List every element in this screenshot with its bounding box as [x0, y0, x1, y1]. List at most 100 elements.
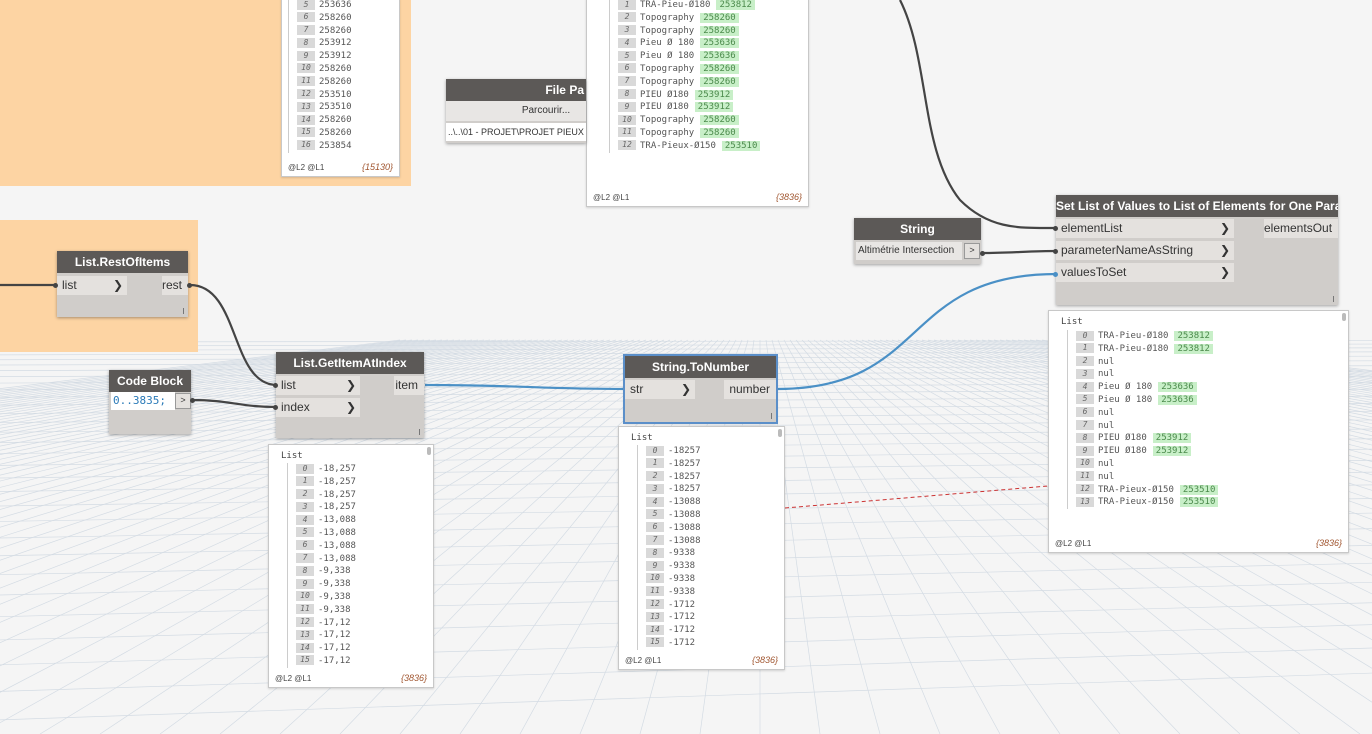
resize-handle-icon[interactable]: [1333, 296, 1334, 302]
string-node[interactable]: String Altimétrie Intersection >: [854, 218, 981, 264]
list-get-item-at-index-node[interactable]: List.GetItemAtIndex list ❯ index ❯ item: [276, 352, 424, 438]
list-item: 3 nul: [1076, 368, 1218, 381]
list-value: TRA-Pieu-Ø180: [640, 0, 711, 10]
list-value: PIEU Ø180: [1098, 446, 1147, 457]
element-id-tag[interactable]: 253510: [721, 140, 761, 151]
output-port-number[interactable]: number: [724, 380, 776, 399]
element-id-tag[interactable]: 253636: [700, 38, 739, 49]
input-port-list[interactable]: list ❯: [57, 276, 127, 295]
resize-handle-icon[interactable]: [771, 413, 772, 419]
string-value-field[interactable]: Altimétrie Intersection: [856, 242, 962, 260]
output-port-item[interactable]: item: [394, 376, 424, 395]
preview-top-left[interactable]: 5 253636 6 258260 7 258260 8 253912 9 253912 10 258…: [281, 0, 400, 177]
element-id-tag[interactable]: 253636: [1158, 394, 1197, 405]
output-port-elements-out[interactable]: elementsOut: [1264, 219, 1338, 238]
list-value: Pieu Ø 180: [1098, 394, 1153, 405]
list-value: 258260: [319, 25, 352, 36]
element-id-tag[interactable]: 253812: [1174, 343, 1213, 354]
element-id-tag[interactable]: 253812: [1174, 331, 1213, 341]
list-value: -18257: [668, 471, 701, 482]
input-port-element-list[interactable]: elementList ❯: [1056, 219, 1234, 238]
list-item: 7 -13088: [646, 535, 701, 548]
element-id-tag[interactable]: 253912: [694, 102, 734, 113]
element-id-tag[interactable]: 258260: [700, 63, 739, 74]
input-port-values-to-set[interactable]: valuesToSet ❯: [1056, 263, 1234, 282]
resize-handle-icon[interactable]: [419, 429, 420, 435]
scrollbar[interactable]: [1342, 313, 1346, 321]
input-port-str[interactable]: str ❯: [625, 380, 695, 399]
list-value: 253510: [319, 89, 352, 100]
preview-top-mid[interactable]: 1 TRA-Pieu-Ø180 253812 2 Topography 258260 3 To…: [586, 0, 809, 207]
wire-endpoint: [273, 405, 278, 410]
preview-get-item[interactable]: List 0 -18,257 1 -18,257 2 -18,257 3 -18,257 4 -1…: [268, 444, 434, 688]
list-item: 12 TRA-Pieux-Ø150 253510: [1076, 484, 1219, 497]
resize-handle-icon[interactable]: [183, 308, 184, 314]
list-item: 9 PIEU Ø180 253912: [618, 101, 760, 114]
input-port-list[interactable]: list ❯: [276, 376, 360, 395]
list-index: 12: [297, 89, 315, 100]
element-id-tag[interactable]: 253912: [1152, 433, 1192, 444]
input-port-parameter-name[interactable]: parameterNameAsString ❯: [1056, 241, 1234, 260]
list-item: 8 PIEU Ø180 253912: [1076, 432, 1218, 445]
list-index: 9: [646, 560, 664, 571]
list-index: 8: [618, 89, 636, 100]
list-value: Topography: [640, 25, 695, 36]
element-id-tag[interactable]: 253636: [1158, 382, 1197, 393]
input-port-index[interactable]: index ❯: [276, 398, 360, 417]
list-index: 11: [296, 604, 314, 615]
list-value: -1712: [668, 612, 696, 623]
scrollbar[interactable]: [427, 447, 431, 455]
element-id-tag[interactable]: 253636: [700, 51, 739, 62]
element-id-tag[interactable]: 253912: [1152, 446, 1192, 457]
element-id-tag[interactable]: 258260: [700, 115, 739, 126]
list-index: 11: [646, 586, 664, 597]
wire-endpoint: [273, 383, 278, 388]
element-id-tag[interactable]: 258260: [700, 25, 739, 36]
chevron-right-icon: ❯: [345, 378, 356, 392]
list-index: 14: [646, 624, 664, 635]
element-id-tag[interactable]: 258260: [700, 12, 739, 23]
element-id-tag[interactable]: 253510: [1179, 497, 1219, 508]
preview-to-number[interactable]: List 0 -18257 1 -18257 2 -18257 3 -18257 4 -13088…: [618, 426, 785, 670]
list-value: -18257: [668, 458, 701, 469]
element-id-tag[interactable]: 258260: [700, 76, 739, 87]
browse-button[interactable]: Parcourir...: [446, 101, 586, 121]
code-editor[interactable]: 0..3835;: [111, 392, 175, 410]
list-index: 2: [296, 489, 314, 500]
list-value: -18257: [668, 484, 701, 495]
list-value: 253912: [319, 38, 352, 49]
file-path-node[interactable]: File Pa Parcourir... ..\..\01 - PROJET\P…: [446, 79, 586, 143]
list-value: PIEU Ø180: [640, 89, 689, 100]
list-value: TRA-Pieu-Ø180: [1098, 331, 1169, 341]
preview-set-list[interactable]: List 0 TRA-Pieu-Ø180 253812 1 TRA-Pieu-Ø180 2…: [1048, 310, 1349, 553]
list-index: 7: [646, 535, 664, 546]
list-item: 2 -18257: [646, 471, 701, 484]
list-item: 10 -9,338: [296, 591, 356, 604]
code-block-node[interactable]: Code Block 0..3835; >: [109, 370, 191, 434]
list-index: 6: [1076, 407, 1094, 418]
element-id-tag[interactable]: 253510: [1179, 484, 1219, 495]
list-index: 8: [296, 565, 314, 576]
list-item: 0 -18,257: [296, 463, 356, 476]
output-port-rest[interactable]: rest: [162, 276, 188, 295]
output-port-code[interactable]: >: [175, 393, 191, 409]
scrollbar[interactable]: [778, 429, 782, 437]
element-id-tag[interactable]: 253912: [694, 89, 734, 100]
node-title: List.GetItemAtIndex: [276, 352, 424, 374]
list-index: 13: [646, 611, 664, 622]
list-value: Pieu Ø 180: [1098, 382, 1153, 393]
list-value: 258260: [319, 63, 352, 74]
list-rest-of-items-node[interactable]: List.RestOfItems list ❯ rest: [57, 251, 188, 317]
list-index: 1: [646, 458, 664, 469]
element-id-tag[interactable]: 258260: [700, 127, 739, 138]
list-value: Pieu Ø 180: [640, 38, 695, 49]
output-port-string[interactable]: >: [964, 243, 980, 259]
list-index: 9: [1076, 445, 1094, 456]
list-value: -9338: [668, 561, 696, 572]
wire-rest-to-getitem: [189, 283, 278, 387]
element-id-tag[interactable]: 253812: [716, 0, 755, 10]
string-to-number-node[interactable]: String.ToNumber str ❯ number: [623, 354, 778, 424]
list-item: 11 -9338: [646, 586, 701, 599]
set-list-of-values-node[interactable]: Set List of Values to List of Elements f…: [1056, 195, 1338, 305]
list-item: 13 -17,12: [296, 629, 356, 642]
